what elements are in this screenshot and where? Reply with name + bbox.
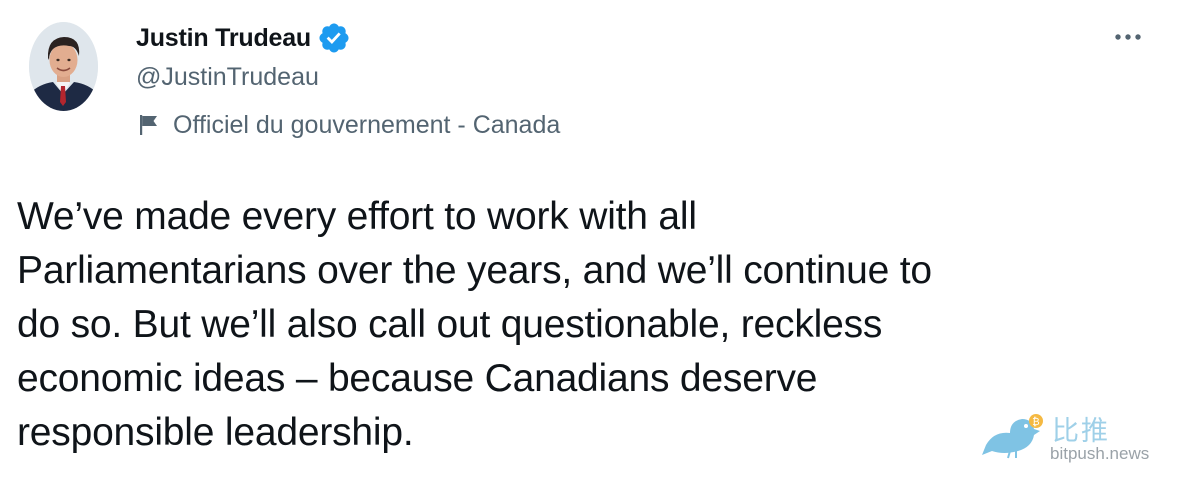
more-options-button[interactable] [1104, 20, 1152, 54]
flag-icon [137, 113, 161, 137]
svg-text:₿: ₿ [1032, 416, 1039, 428]
watermark-url-text: bitpush.news [1050, 444, 1150, 463]
bird-logo-icon: ₿ [982, 414, 1043, 459]
more-horizontal-icon [1115, 34, 1141, 40]
government-label[interactable]: Officiel du gouvernement - Canada [137, 108, 560, 142]
government-label-text: Officiel du gouvernement - Canada [173, 110, 561, 139]
watermark-chinese-text: 比推 [1052, 416, 1110, 447]
watermark: ₿ 比推 bitpush.news [980, 405, 1170, 465]
verified-badge-icon [317, 21, 351, 55]
avatar-photo [29, 22, 98, 111]
author-name-row: Justin Trudeau [136, 20, 351, 56]
tweet-text: We’ve made every effort to work with all… [17, 195, 932, 454]
author-handle[interactable]: @JustinTrudeau [136, 63, 319, 92]
author-display-name[interactable]: Justin Trudeau [136, 24, 311, 53]
avatar[interactable] [29, 22, 98, 111]
tweet-card: Justin Trudeau @JustinTrudeau Officiel d… [0, 0, 1178, 480]
